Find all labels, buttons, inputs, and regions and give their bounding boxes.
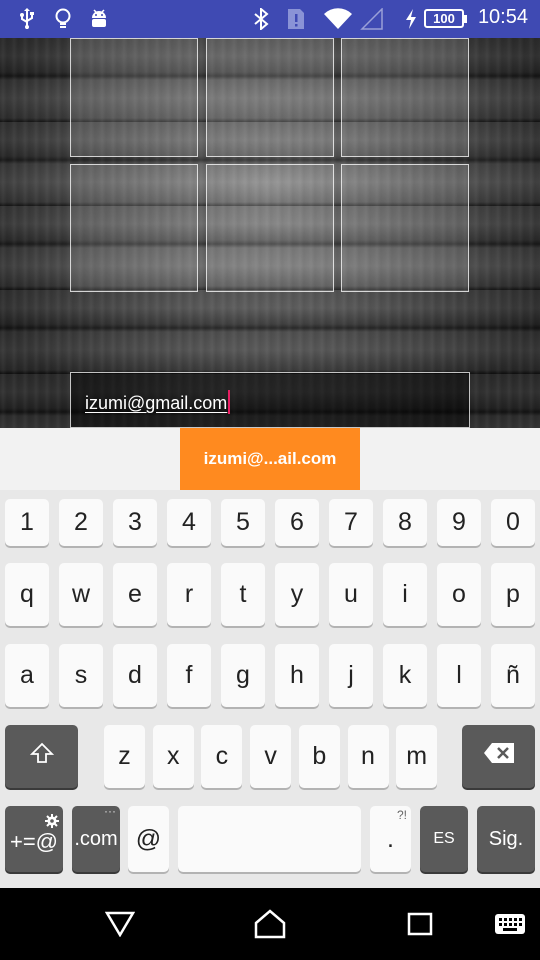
key-row2-5[interactable]: h xyxy=(275,644,319,707)
wifi-icon xyxy=(322,8,354,30)
key-row1-5[interactable]: y xyxy=(275,563,319,626)
key-row3-2[interactable]: c xyxy=(201,725,243,788)
key-row2-2[interactable]: d xyxy=(113,644,157,707)
key-numbers-8[interactable]: 9 xyxy=(437,499,481,546)
key-row1-7[interactable]: i xyxy=(383,563,427,626)
period-key-label: . xyxy=(387,824,394,853)
android-icon xyxy=(88,8,110,30)
suggestion-bar: izumi@...ail.com xyxy=(0,428,540,490)
bluetooth-icon xyxy=(250,8,272,30)
back-icon[interactable] xyxy=(100,906,140,942)
key-row1-6[interactable]: u xyxy=(329,563,373,626)
key-row3-6[interactable]: m xyxy=(396,725,438,788)
settings-gear-icon xyxy=(45,808,59,834)
battery-indicator: 100 xyxy=(424,9,467,28)
period-key[interactable]: . ?! xyxy=(370,806,411,872)
pattern-tile-3[interactable] xyxy=(341,38,469,157)
key-numbers-9[interactable]: 0 xyxy=(491,499,535,546)
dotcom-key[interactable]: .com ··· xyxy=(72,804,120,872)
home-icon[interactable] xyxy=(250,906,290,942)
key-row3-4[interactable]: b xyxy=(298,725,340,788)
symbols-key[interactable]: +=@ xyxy=(5,806,63,872)
key-numbers-4[interactable]: 5 xyxy=(221,499,265,546)
next-key[interactable]: Sig. xyxy=(477,806,535,872)
key-row2-6[interactable]: j xyxy=(329,644,373,707)
key-numbers-5[interactable]: 6 xyxy=(275,499,319,546)
keyboard-switch-icon[interactable] xyxy=(490,906,530,942)
key-numbers-0[interactable]: 1 xyxy=(5,499,49,546)
key-row1-0[interactable]: q xyxy=(5,563,49,626)
at-key-label: @ xyxy=(135,824,162,853)
key-row3-5[interactable]: n xyxy=(347,725,389,788)
key-numbers-3[interactable]: 4 xyxy=(167,499,211,546)
language-key[interactable]: ES xyxy=(420,806,468,872)
email-suggestion[interactable]: izumi@...ail.com xyxy=(180,428,360,490)
alert-icon xyxy=(285,8,307,30)
navigation-bar xyxy=(0,888,540,960)
text-caret xyxy=(228,390,231,414)
key-row1-8[interactable]: o xyxy=(437,563,481,626)
backspace-key[interactable] xyxy=(462,725,535,788)
key-row2-9[interactable]: ñ xyxy=(491,644,535,707)
pattern-tile-6[interactable] xyxy=(341,164,469,292)
period-key-hint: ?! xyxy=(396,808,407,822)
key-row2-8[interactable]: l xyxy=(437,644,481,707)
key-row2-3[interactable]: f xyxy=(167,644,211,707)
at-key[interactable]: @ xyxy=(128,806,169,872)
key-row3-1[interactable]: x xyxy=(152,725,194,788)
shift-key[interactable] xyxy=(5,725,78,788)
key-row1-1[interactable]: w xyxy=(59,563,103,626)
pattern-tile-4[interactable] xyxy=(70,164,198,292)
key-row2-7[interactable]: k xyxy=(383,644,427,707)
key-numbers-6[interactable]: 7 xyxy=(329,499,373,546)
key-row1-4[interactable]: t xyxy=(221,563,265,626)
dotcom-key-label: .com xyxy=(74,827,118,850)
status-bar: 100 10:54 xyxy=(0,0,540,38)
usb-icon xyxy=(16,8,38,30)
key-row1-2[interactable]: e xyxy=(113,563,157,626)
shift-arrow-icon xyxy=(29,741,54,772)
keyboard: +=@ .com ··· @ . ?! ES Sig. 1234567890qw… xyxy=(0,490,540,888)
pattern-tile-1[interactable] xyxy=(70,38,198,157)
space-key[interactable] xyxy=(178,806,361,872)
key-numbers-1[interactable]: 2 xyxy=(59,499,103,546)
clock: 10:54 xyxy=(477,6,528,28)
pattern-tile-2[interactable] xyxy=(206,38,334,157)
email-value: izumi@gmail.com xyxy=(85,390,231,414)
charging-icon xyxy=(402,8,420,30)
pattern-tile-5[interactable] xyxy=(206,164,334,292)
key-numbers-7[interactable]: 8 xyxy=(383,499,427,546)
key-row2-4[interactable]: g xyxy=(221,644,265,707)
backspace-icon xyxy=(483,742,515,771)
key-row2-1[interactable]: s xyxy=(59,644,103,707)
bulb-icon xyxy=(52,8,74,30)
email-field[interactable]: izumi@gmail.com xyxy=(70,372,470,428)
dotcom-key-hint: ··· xyxy=(104,804,116,818)
key-row1-3[interactable]: r xyxy=(167,563,211,626)
login-background xyxy=(0,38,540,428)
key-row1-9[interactable]: p xyxy=(491,563,535,626)
no-signal-icon xyxy=(360,8,384,30)
key-row3-0[interactable]: z xyxy=(104,725,145,788)
recents-icon[interactable] xyxy=(400,906,440,942)
key-row3-3[interactable]: v xyxy=(250,725,292,788)
key-numbers-2[interactable]: 3 xyxy=(113,499,157,546)
key-row2-0[interactable]: a xyxy=(5,644,49,707)
